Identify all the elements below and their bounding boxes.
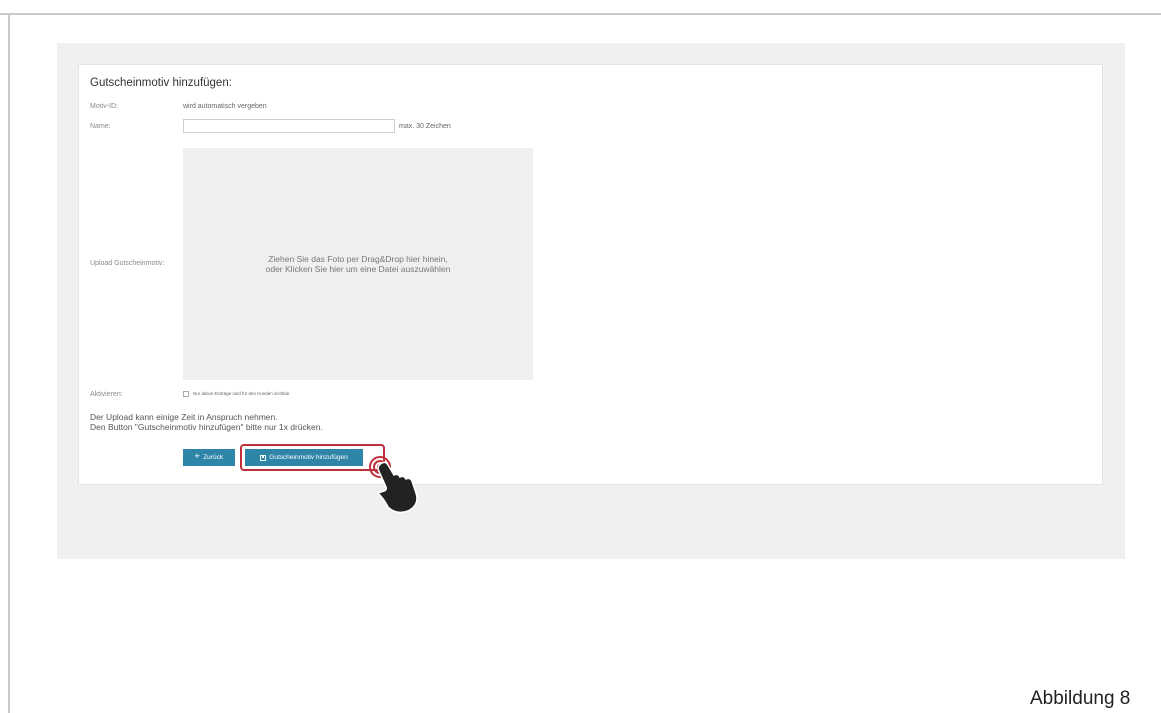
- activate-label: Aktivieren:: [90, 391, 123, 398]
- hand-pointer-icon: [369, 456, 418, 514]
- frame-left-border: [8, 13, 10, 713]
- activate-checkbox[interactable]: [183, 391, 189, 397]
- back-button-label: Zurück: [203, 454, 224, 461]
- name-label: Name:: [90, 123, 111, 130]
- dropzone-line-1: Ziehen Sie das Foto per Drag&Drop hier h…: [268, 254, 448, 264]
- upload-note-line-1: Der Upload kann einige Zeit in Anspruch …: [90, 412, 278, 422]
- upload-label: Upload Gutscheinmotiv:: [90, 260, 165, 267]
- activate-checkbox-label: Nur aktive Einträge sind für den Kunden …: [193, 391, 290, 396]
- button-highlight-frame: [240, 444, 385, 471]
- back-button[interactable]: 🡨 Zurück: [183, 449, 235, 466]
- dropzone-line-2: oder Klicken Sie hier um eine Datei ausz…: [265, 264, 451, 274]
- dropzone-text: Ziehen Sie das Foto per Drag&Drop hier h…: [183, 254, 533, 274]
- arrow-left-icon: 🡨: [194, 453, 201, 460]
- upload-note-line-2: Den Button "Gutscheinmotiv hinzufügen" b…: [90, 422, 323, 432]
- upload-note: Der Upload kann einige Zeit in Anspruch …: [90, 412, 323, 432]
- form-card: Gutscheinmotiv hinzufügen: Motiv-ID: wir…: [78, 64, 1103, 485]
- upload-dropzone[interactable]: Ziehen Sie das Foto per Drag&Drop hier h…: [183, 148, 533, 380]
- motiv-id-value: wird automatisch vergeben: [183, 103, 267, 110]
- form-title: Gutscheinmotiv hinzufügen:: [90, 77, 232, 89]
- motiv-id-label: Motiv-ID:: [90, 103, 118, 110]
- name-hint: max. 30 Zeichen: [399, 123, 451, 130]
- name-input[interactable]: [183, 119, 395, 133]
- frame-top-border: [0, 13, 1161, 15]
- figure-caption: Abbildung 8: [1030, 688, 1131, 709]
